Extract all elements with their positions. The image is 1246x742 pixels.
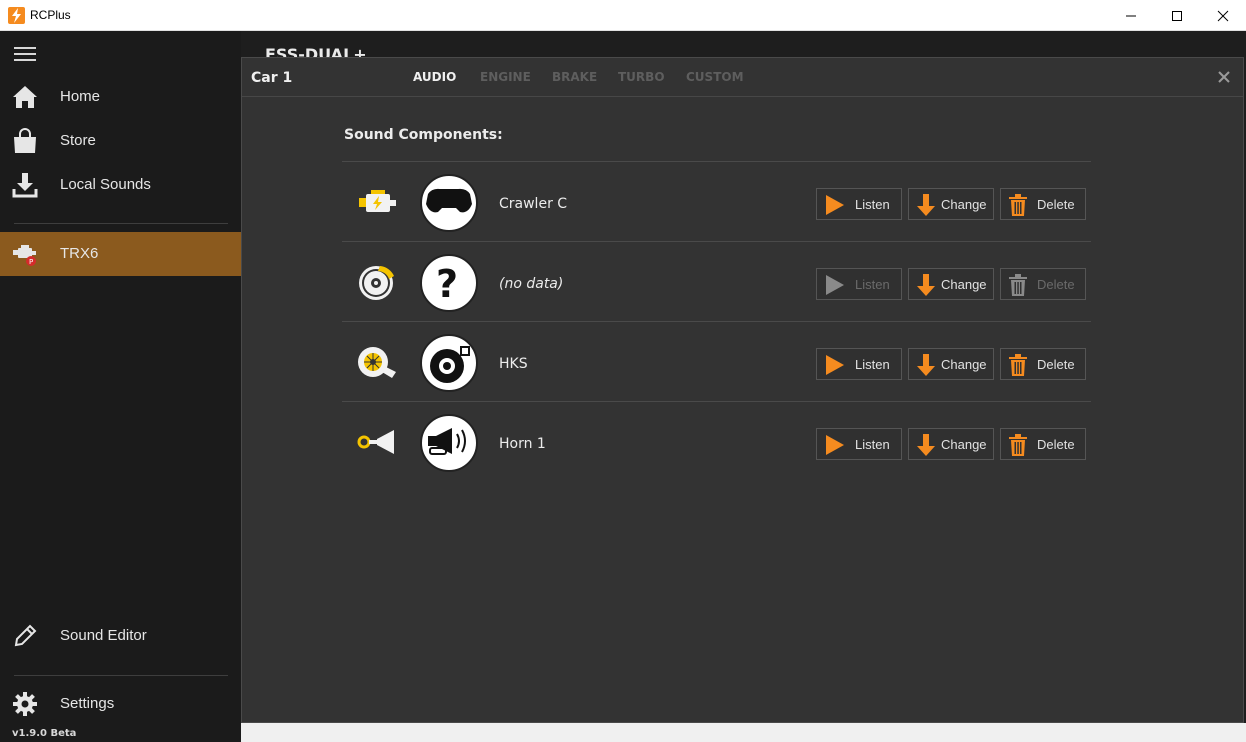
- sidebar-item-label: Store: [60, 132, 96, 149]
- arrow-down-icon: [917, 274, 935, 296]
- horn-category-icon: [357, 430, 394, 454]
- home-icon: [13, 86, 37, 108]
- delete-button[interactable]: Delete: [1000, 428, 1086, 460]
- download-icon: [12, 173, 38, 198]
- panel-header: Car 1 AUDIO ENGINE BRAKE TURBO CUSTOM: [242, 58, 1243, 97]
- sidebar-item-label: Sound Editor: [60, 627, 147, 644]
- play-icon: [826, 435, 844, 455]
- listen-button[interactable]: Listen: [816, 348, 902, 380]
- tab-turbo[interactable]: TURBO: [618, 70, 665, 84]
- arrow-down-icon: [917, 434, 935, 456]
- sidebar-divider: [14, 675, 228, 676]
- trash-icon: [1009, 354, 1027, 376]
- trash-icon: [1009, 434, 1027, 456]
- svg-text:?: ?: [436, 262, 458, 306]
- sound-name: Crawler C: [499, 196, 568, 212]
- sidebar-item-sound-editor[interactable]: Sound Editor: [0, 614, 241, 658]
- shopping-bag-icon: [14, 128, 36, 153]
- title-bar: RCPlus: [0, 0, 1246, 31]
- tab-custom[interactable]: CUSTOM: [686, 70, 744, 84]
- tab-engine[interactable]: ENGINE: [480, 70, 531, 84]
- play-icon: [826, 355, 844, 375]
- gear-icon: [13, 692, 37, 716]
- change-button[interactable]: Change: [908, 428, 994, 460]
- close-icon[interactable]: [1216, 69, 1232, 85]
- play-icon: [826, 275, 844, 295]
- sound-name: HKS: [499, 356, 528, 372]
- sidebar-item-label: Home: [60, 88, 101, 105]
- car-title: Car 1: [251, 70, 293, 86]
- listen-button[interactable]: Listen: [816, 268, 902, 300]
- trash-icon: [1009, 274, 1027, 296]
- delete-button[interactable]: Delete: [1000, 348, 1086, 380]
- change-button[interactable]: Change: [908, 348, 994, 380]
- close-window-button[interactable]: [1200, 0, 1246, 31]
- change-button[interactable]: Change: [908, 268, 994, 300]
- brake-category-icon: [359, 266, 394, 300]
- sidebar-item-home[interactable]: Home: [0, 75, 241, 119]
- sound-name: (no data): [499, 276, 564, 292]
- car-sound-panel: Car 1 AUDIO ENGINE BRAKE TURBO CUSTOM So…: [241, 57, 1244, 723]
- sidebar-item-trx6[interactable]: P TRX6: [0, 232, 241, 276]
- svg-text:P: P: [29, 258, 33, 266]
- sound-row-turbo: HKS Listen Change Delete: [342, 322, 1091, 402]
- trash-icon: [1009, 194, 1027, 216]
- section-title: Sound Components:: [344, 127, 503, 143]
- listen-button[interactable]: Listen: [816, 188, 902, 220]
- listen-button[interactable]: Listen: [816, 428, 902, 460]
- version-label: v1.9.0 Beta: [12, 728, 77, 739]
- play-icon: [826, 195, 844, 215]
- tab-brake[interactable]: BRAKE: [552, 70, 597, 84]
- device-title: ESS-DUAL+: [265, 45, 367, 57]
- sidebar: Home Store Local Sounds P TRX6 Sound Edi…: [0, 31, 241, 742]
- sound-thumbnail-unknown-icon: ?: [420, 254, 478, 312]
- sidebar-divider: [14, 223, 228, 224]
- sidebar-item-local-sounds[interactable]: Local Sounds: [0, 163, 241, 207]
- app-logo-icon: [8, 7, 25, 24]
- sound-thumbnail-horn-icon: [420, 414, 478, 472]
- engine-icon: P: [13, 245, 36, 266]
- tab-audio[interactable]: AUDIO: [413, 70, 456, 84]
- delete-button[interactable]: Delete: [1000, 188, 1086, 220]
- maximize-button[interactable]: [1154, 0, 1200, 31]
- arrow-down-icon: [917, 354, 935, 376]
- sidebar-item-label: Settings: [60, 695, 115, 712]
- window-title: RCPlus: [30, 8, 71, 22]
- hamburger-menu-icon[interactable]: [14, 47, 36, 61]
- sound-row-brake: ? (no data) Listen Change Delete: [342, 242, 1091, 322]
- sidebar-item-store[interactable]: Store: [0, 119, 241, 163]
- sound-thumbnail-crawler-icon: [420, 174, 478, 232]
- arrow-down-icon: [917, 194, 935, 216]
- pencil-icon: [14, 624, 37, 647]
- sound-thumbnail-turbo-icon: [420, 334, 478, 392]
- sound-row-engine: Crawler C Listen Change Delete: [342, 162, 1091, 242]
- turbo-category-icon: [358, 347, 396, 378]
- sidebar-item-label: Local Sounds: [60, 176, 151, 193]
- sidebar-item-label: TRX6: [60, 245, 99, 262]
- status-strip: [241, 723, 1246, 742]
- engine-category-icon: [359, 190, 396, 212]
- minimize-button[interactable]: [1108, 0, 1154, 31]
- sound-row-horn: Horn 1 Listen Change Delete: [342, 402, 1091, 482]
- sound-name: Horn 1: [499, 436, 546, 452]
- change-button[interactable]: Change: [908, 188, 994, 220]
- delete-button[interactable]: Delete: [1000, 268, 1086, 300]
- sidebar-item-settings[interactable]: Settings: [0, 682, 241, 726]
